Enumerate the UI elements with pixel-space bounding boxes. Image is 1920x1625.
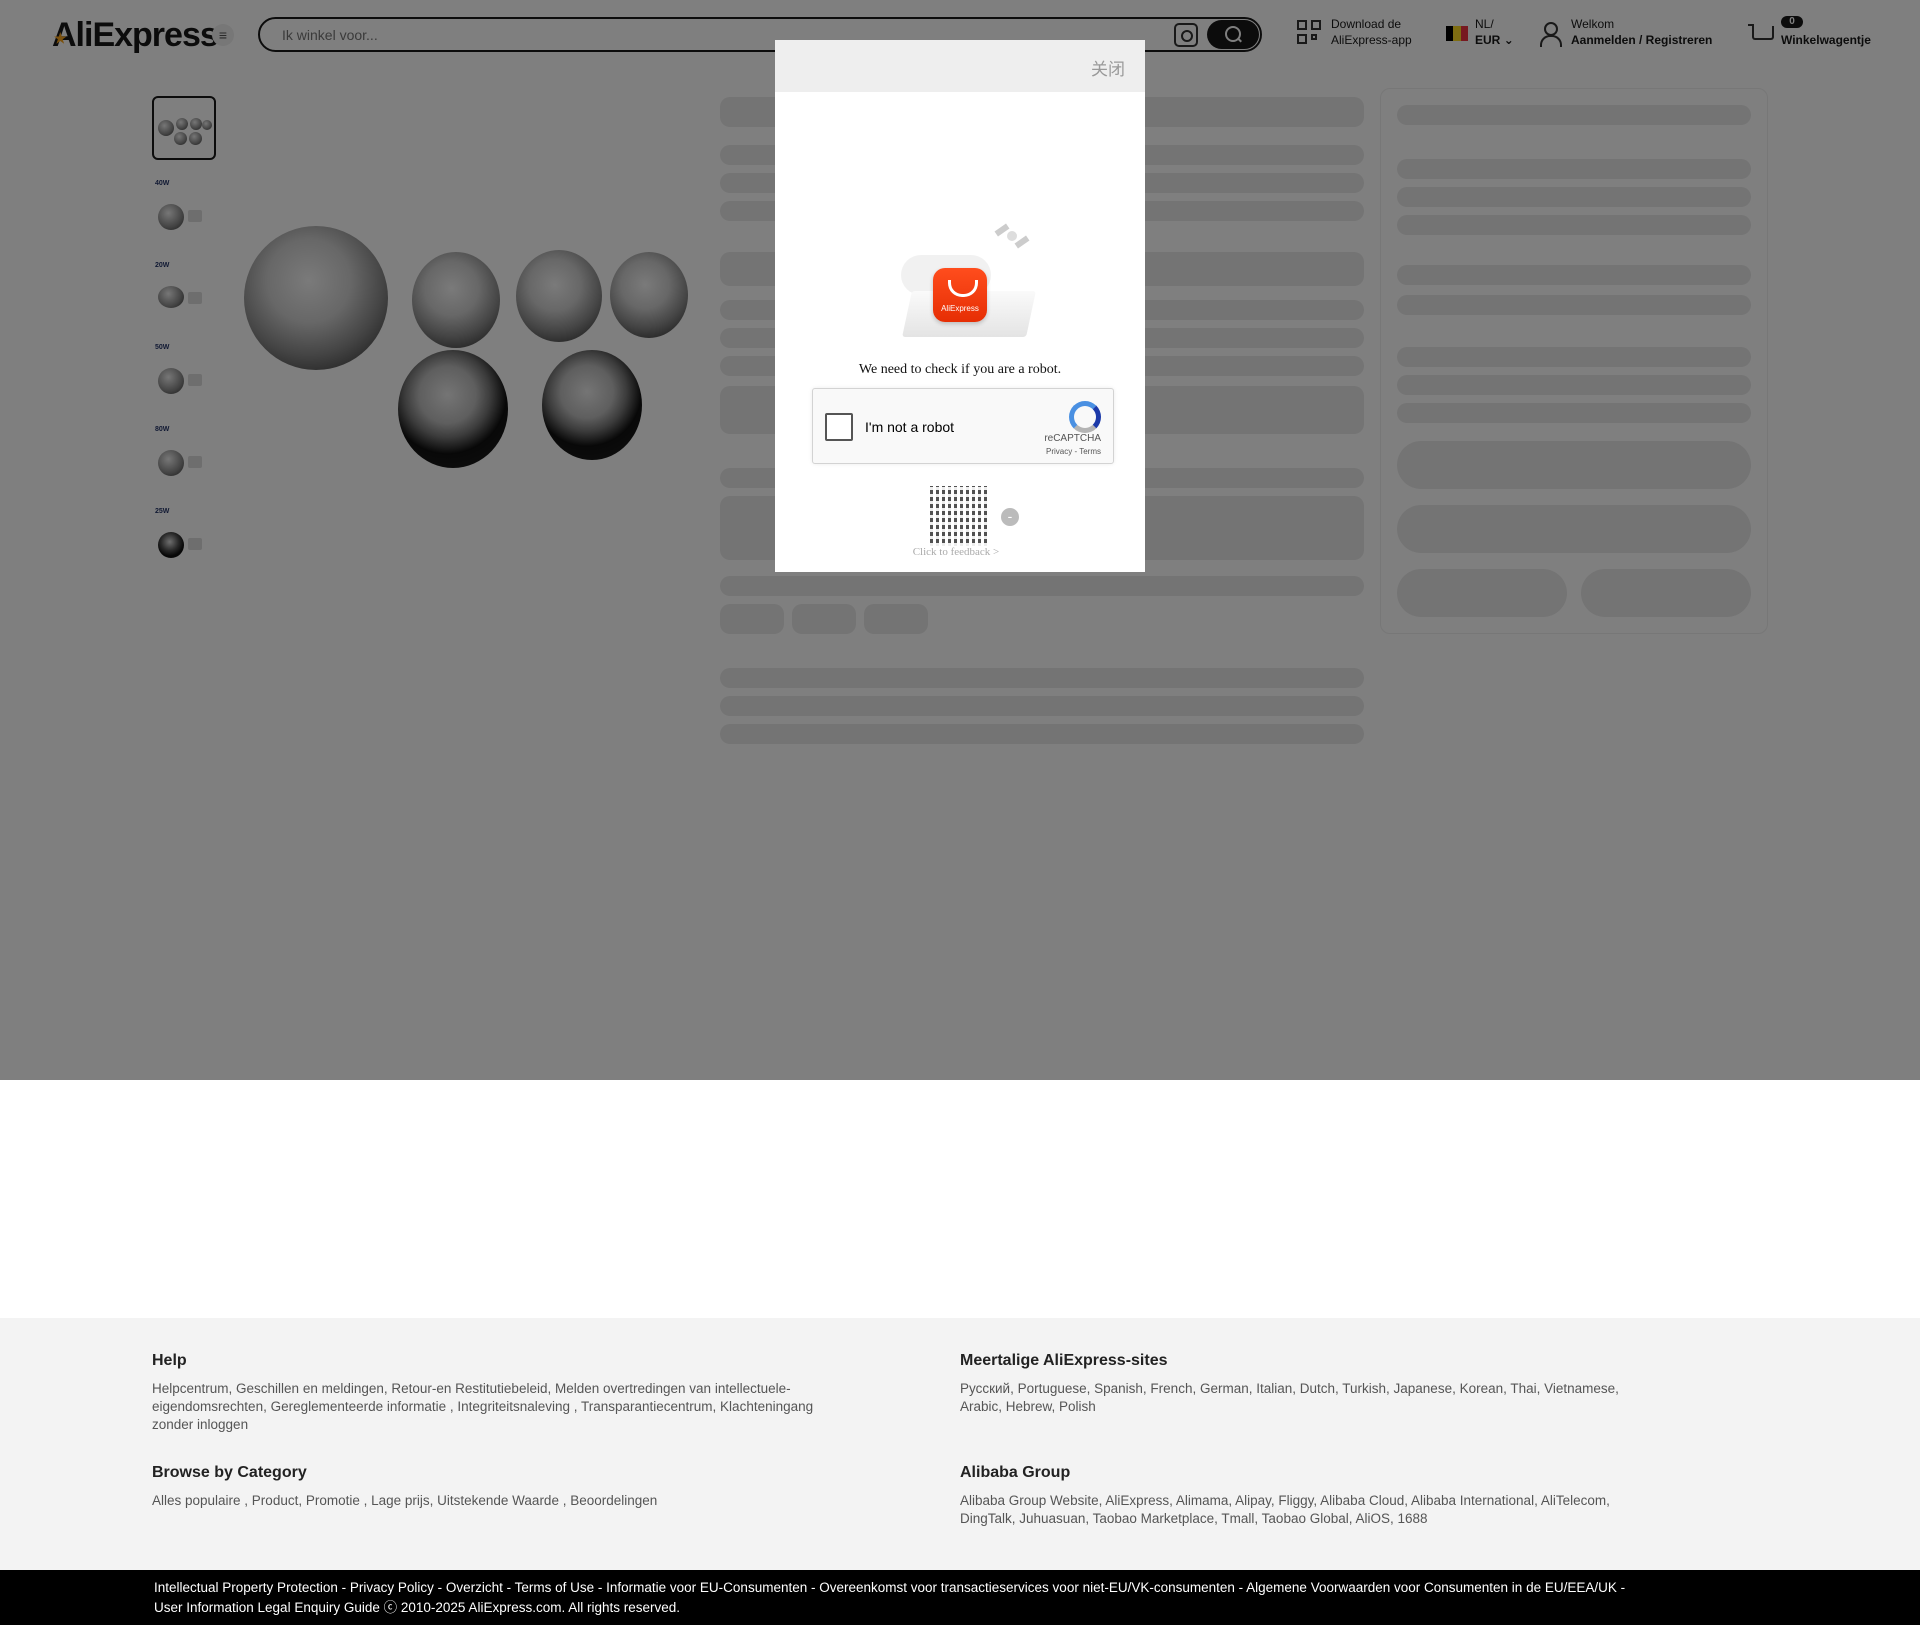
- footer-help: Help Helpcentrum, Geschillen en meldinge…: [152, 1352, 852, 1434]
- site-footer: Help Helpcentrum, Geschillen en meldinge…: [0, 1318, 1920, 1570]
- footer-browse-title: Browse by Category: [152, 1464, 307, 1481]
- robot-check-message: We need to check if you are a robot.: [858, 362, 1062, 377]
- footer-sites-links[interactable]: Русский, Portuguese, Spanish, French, Ge…: [960, 1380, 1660, 1416]
- footer-help-title: Help: [152, 1352, 187, 1369]
- modal-header: 关闭: [775, 40, 1145, 92]
- recaptcha-logo-icon: [1067, 399, 1101, 433]
- legal-links[interactable]: Intellectual Property Protection - Priva…: [154, 1578, 1920, 1598]
- legal-bar: Intellectual Property Protection - Priva…: [0, 1570, 1920, 1625]
- captcha-modal: 关闭 AliExpress We need to check if you ar…: [775, 40, 1145, 572]
- app-icon-text: AliExpress: [941, 304, 979, 313]
- recaptcha-label: I'm not a robot: [865, 419, 955, 435]
- aliexpress-app-icon: AliExpress: [933, 268, 987, 322]
- robot-check-illustration: AliExpress: [893, 215, 1036, 347]
- recaptcha-widget: I'm not a robot reCAPTCHA Privacy - Term…: [812, 388, 1114, 464]
- recaptcha-privacy-terms[interactable]: Privacy - Terms: [1046, 447, 1101, 456]
- footer-group-title: Alibaba Group: [960, 1464, 1071, 1481]
- feedback-link[interactable]: Click to feedback >: [775, 546, 1145, 558]
- footer-help-links[interactable]: Helpcentrum, Geschillen en meldingen, Re…: [152, 1380, 852, 1434]
- recaptcha-brand: reCAPTCHA: [1044, 433, 1101, 444]
- page: ★AliExpress ≡ Download de AliExpress-app…: [0, 0, 1920, 1625]
- copyright-text: User Information Legal Enquiry Guide ⓒ 2…: [154, 1600, 681, 1615]
- footer-browse-links[interactable]: Alles populaire , Product, Promotie , La…: [152, 1492, 852, 1510]
- feedback-qr-code: [930, 486, 990, 546]
- minimize-qr-button[interactable]: -: [1001, 508, 1019, 526]
- close-button[interactable]: 关闭: [1091, 55, 1125, 80]
- footer-sites: Meertalige AliExpress-sites Русский, Por…: [960, 1352, 1660, 1416]
- footer-browse: Browse by Category Alles populaire , Pro…: [152, 1464, 852, 1510]
- recaptcha-checkbox[interactable]: [825, 413, 853, 441]
- footer-sites-title: Meertalige AliExpress-sites: [960, 1352, 1168, 1369]
- satellite-icon: [993, 223, 1031, 253]
- footer-group-links[interactable]: Alibaba Group Website, AliExpress, Alima…: [960, 1492, 1660, 1528]
- footer-group: Alibaba Group Alibaba Group Website, Ali…: [960, 1464, 1660, 1528]
